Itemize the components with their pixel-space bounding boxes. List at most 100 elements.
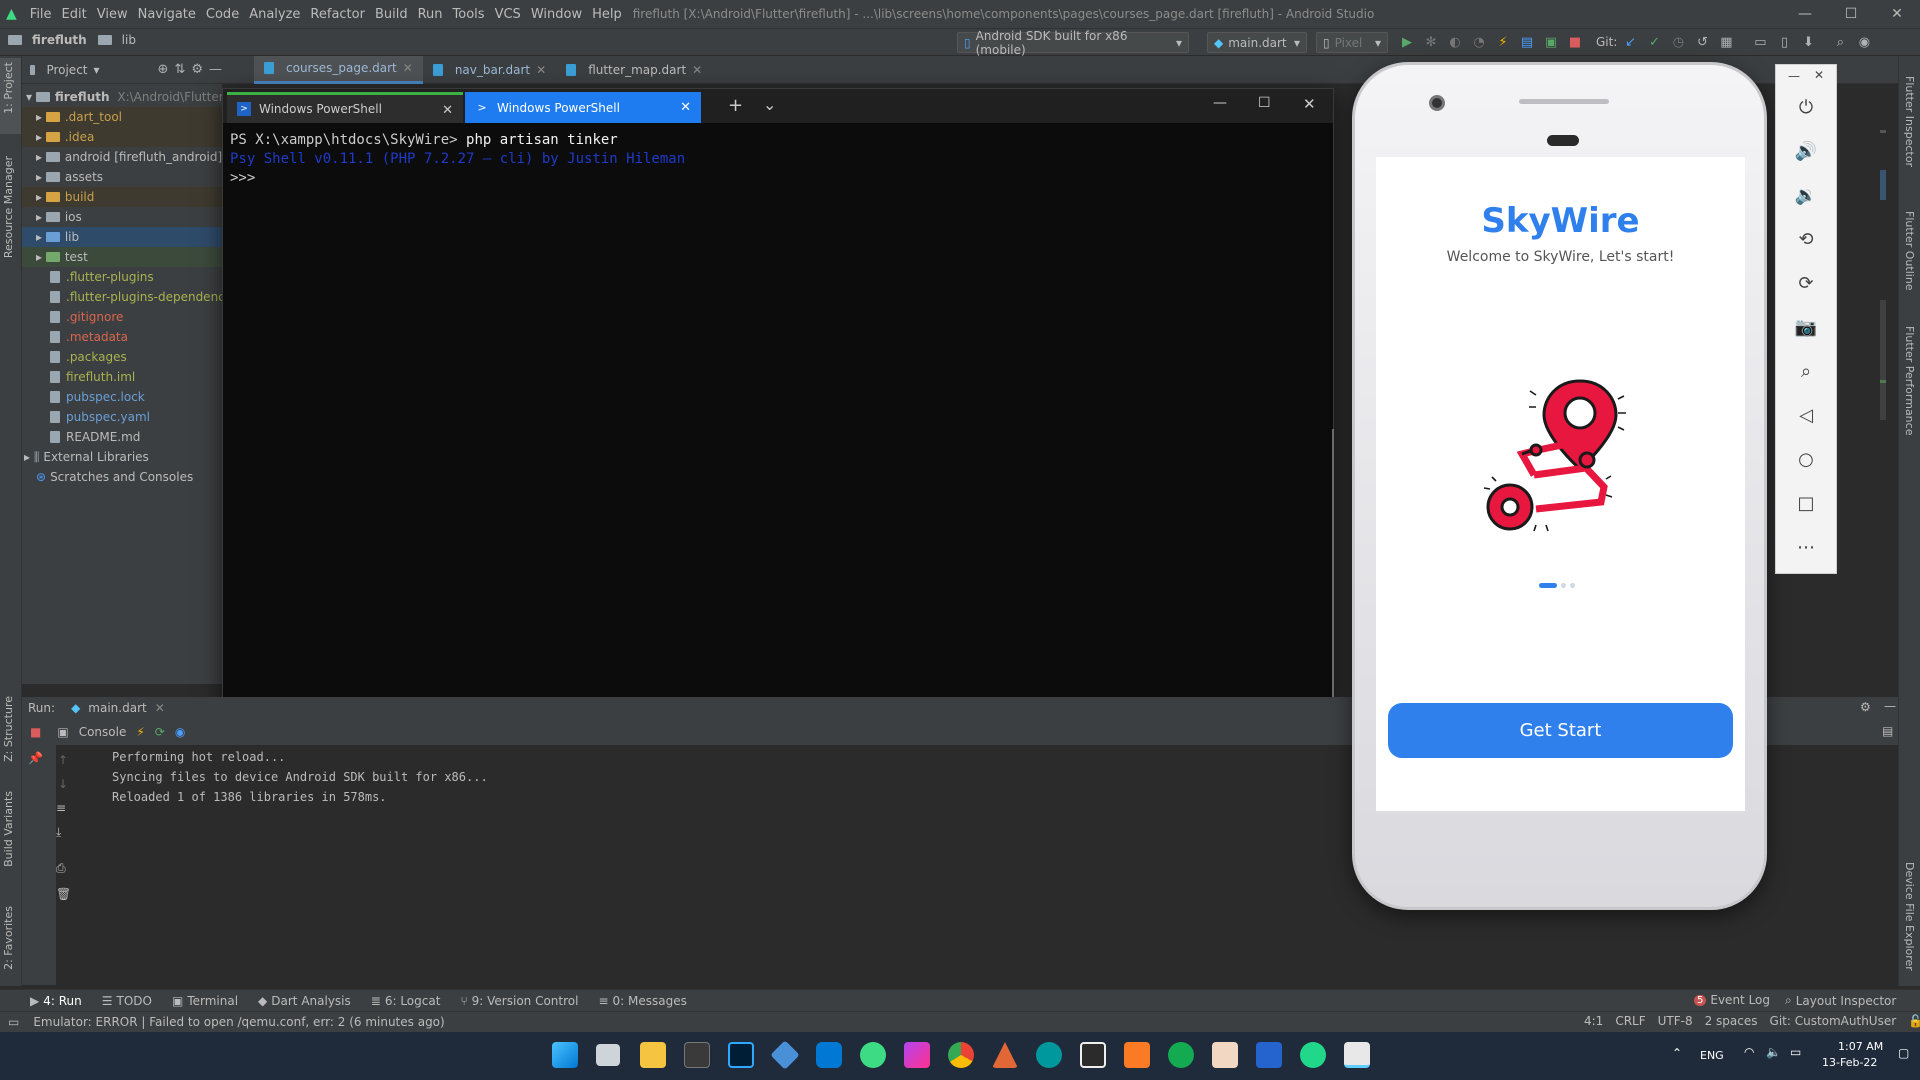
file-explorer-icon[interactable] xyxy=(640,1042,666,1068)
tree-item[interactable]: .packages xyxy=(22,347,222,367)
close-icon[interactable]: ✕ xyxy=(403,61,413,75)
tree-item[interactable]: ▸ assets xyxy=(22,167,222,187)
menu-window[interactable]: Window xyxy=(526,0,587,29)
tab-flutter-map[interactable]: flutter_map.dart ✕ xyxy=(556,56,712,84)
pin-icon[interactable]: 📌 xyxy=(28,751,43,765)
back-icon[interactable]: ◁ xyxy=(1776,405,1836,426)
run-tool-tab[interactable]: ▶ 4: Run xyxy=(30,994,82,1008)
attach-debugger-icon[interactable]: ▣ xyxy=(1540,31,1562,53)
matlab-icon[interactable] xyxy=(992,1042,1018,1068)
profile-icon[interactable]: ◔ xyxy=(1468,31,1490,53)
volume-up-icon[interactable]: 🔊 xyxy=(1776,141,1836,162)
layout-inspector-tab[interactable]: ⌕ Layout Inspector xyxy=(1785,993,1896,1008)
down-arrow-icon[interactable]: ↓ xyxy=(58,777,68,791)
mongodb-icon[interactable] xyxy=(1168,1042,1194,1068)
menu-vcs[interactable]: VCS xyxy=(490,0,526,29)
battery-icon[interactable]: ▭ xyxy=(1790,1045,1801,1059)
rotate-right-icon[interactable]: ⟳ xyxy=(1776,273,1836,294)
logcat-tab[interactable]: ≣ 6: Logcat xyxy=(371,994,441,1008)
tree-item[interactable]: firefluth.iml xyxy=(22,367,222,387)
menu-run[interactable]: Run xyxy=(413,0,448,29)
clock-time[interactable]: 1:07 AM xyxy=(1838,1040,1883,1053)
android-studio-icon[interactable] xyxy=(860,1042,886,1068)
build-variants-tab[interactable]: Build Variants xyxy=(2,791,15,867)
structure-tab[interactable]: Z: Structure xyxy=(2,696,15,762)
avd-manager-icon[interactable]: ▯ xyxy=(1773,31,1795,53)
version-control-tab[interactable]: ⑂ 9: Version Control xyxy=(460,994,578,1008)
locate-icon[interactable]: ⊕ xyxy=(158,59,169,81)
tab-nav-bar[interactable]: nav_bar.dart ✕ xyxy=(423,56,556,84)
project-tool-tab[interactable]: 1: Project xyxy=(2,62,15,114)
caret-position[interactable]: 4:1 xyxy=(1584,1014,1603,1028)
close-icon[interactable]: ✕ xyxy=(442,103,453,118)
git-branch[interactable]: Git: CustomAuthUser xyxy=(1770,1014,1897,1028)
language-indicator[interactable]: ENG xyxy=(1700,1049,1724,1062)
favorites-tab[interactable]: 2: Favorites xyxy=(2,906,15,970)
git-history-icon[interactable]: ◷ xyxy=(1667,31,1689,53)
hot-reload-icon[interactable]: ⚡ xyxy=(1492,31,1514,53)
photoshop-icon[interactable] xyxy=(728,1042,754,1068)
gear-icon[interactable]: ⚙ xyxy=(191,59,203,81)
power-icon[interactable]: ⏻ xyxy=(1776,97,1836,118)
notification-icon[interactable]: ▢ xyxy=(1898,1046,1909,1060)
maximize-button[interactable]: ☐ xyxy=(1828,0,1874,29)
tree-item[interactable]: ▸ test xyxy=(22,247,222,267)
get-start-button[interactable]: Get Start xyxy=(1388,703,1733,758)
terminal-app-icon[interactable] xyxy=(684,1042,710,1068)
anime-app-icon[interactable] xyxy=(1212,1042,1238,1068)
overview-icon[interactable]: □ xyxy=(1776,493,1836,514)
windows-start-icon[interactable] xyxy=(552,1042,578,1068)
ps-minimize-button[interactable]: — xyxy=(1213,95,1227,111)
todo-tool-tab[interactable]: ☰ TODO xyxy=(102,994,152,1008)
webstorm-icon[interactable] xyxy=(1300,1042,1326,1068)
collapse-all-icon[interactable]: ⇅ xyxy=(174,59,185,81)
close-icon[interactable]: ✕ xyxy=(680,100,691,115)
soft-wrap-icon[interactable]: ≡ xyxy=(56,801,66,815)
trash-icon[interactable]: 🗑 xyxy=(56,887,71,901)
tree-root[interactable]: ▾ firefluth X:\Android\Flutter\fi xyxy=(22,87,222,107)
screenshot-camera-icon[interactable]: 📷 xyxy=(1776,317,1836,338)
rollback-icon[interactable]: ↺ xyxy=(1691,31,1713,53)
stop-icon[interactable]: ■ xyxy=(30,725,41,739)
scroll-to-end-icon[interactable]: ⤓ xyxy=(56,825,61,840)
xampp-icon[interactable] xyxy=(1124,1042,1150,1068)
zoom-icon[interactable]: ⌕ xyxy=(1776,361,1836,382)
page-indicator[interactable] xyxy=(1539,583,1575,588)
ps-close-button[interactable]: ✕ xyxy=(1303,95,1316,113)
device-manager-icon[interactable]: ▭ xyxy=(1749,31,1771,53)
vscode-icon[interactable] xyxy=(816,1042,842,1068)
hot-reload-icon[interactable]: ⚡ xyxy=(136,725,144,739)
tree-item[interactable]: ▸ .dart_tool xyxy=(22,107,222,127)
indent-setting[interactable]: 2 spaces xyxy=(1705,1014,1758,1028)
run-tab-main[interactable]: main.dart xyxy=(88,701,146,715)
device-screen[interactable]: SkyWire Welcome to SkyWire, Let's start! xyxy=(1376,157,1745,811)
tree-external-libraries[interactable]: ▸ ⫼ External Libraries xyxy=(22,447,222,467)
file-encoding[interactable]: UTF-8 xyxy=(1658,1014,1693,1028)
run-config-selector[interactable]: ◆ main.dart ▾ xyxy=(1207,32,1307,53)
wifi-icon[interactable]: ◠ xyxy=(1744,1045,1754,1059)
todo-app-icon[interactable] xyxy=(1256,1042,1282,1068)
terminal-output[interactable]: PS X:\xampp\htdocs\SkyWire> php artisan … xyxy=(230,131,685,188)
close-icon[interactable]: ✕ xyxy=(1814,68,1824,82)
tree-item[interactable]: ▸ ios xyxy=(22,207,222,227)
coverage-icon[interactable]: ◐ xyxy=(1444,31,1466,53)
avd-selector[interactable]: ▯ Pixel ▾ xyxy=(1316,32,1388,53)
flutter-outline-tab[interactable]: Flutter Outline xyxy=(1903,211,1916,291)
menu-navigate[interactable]: Navigate xyxy=(133,0,201,29)
account-icon[interactable]: ◉ xyxy=(1853,31,1875,53)
chrome-icon[interactable] xyxy=(948,1042,974,1068)
gear-icon[interactable]: ⚙ xyxy=(1860,700,1871,714)
close-icon[interactable]: ✕ xyxy=(692,63,702,77)
up-arrow-icon[interactable]: ↑ xyxy=(58,753,68,767)
tree-item[interactable]: ▸ .idea xyxy=(22,127,222,147)
emulator-app-icon[interactable] xyxy=(1344,1042,1370,1068)
terminal-tool-tab[interactable]: ▣ Terminal xyxy=(172,994,238,1008)
event-log-tab[interactable]: 5 Event Log xyxy=(1694,993,1770,1007)
hot-restart-icon[interactable]: ⟳ xyxy=(155,725,165,739)
phpstorm-icon[interactable] xyxy=(904,1042,930,1068)
menu-view[interactable]: View xyxy=(92,0,133,29)
status-message[interactable]: Emulator: ERROR | Failed to open /qemu.c… xyxy=(33,1015,444,1029)
tree-item[interactable]: .flutter-plugins-dependencies xyxy=(22,287,222,307)
menu-analyze[interactable]: Analyze xyxy=(244,0,305,29)
git-commit-icon[interactable]: ✓ xyxy=(1643,31,1665,53)
